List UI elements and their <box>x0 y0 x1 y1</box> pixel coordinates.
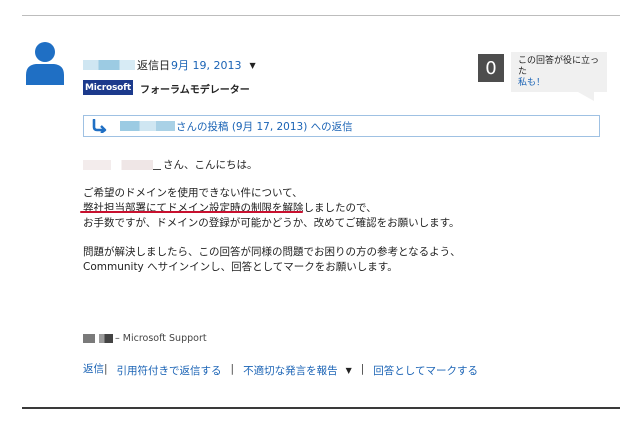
helpful-box-tail <box>578 92 594 101</box>
helpful-box: この回答が役に立った 私も！ <box>511 52 607 92</box>
highlight-underline <box>80 211 303 213</box>
reply-date[interactable]: 9月 19, 2013 <box>171 57 241 73</box>
reply-link[interactable]: 返信 <box>83 363 104 378</box>
helpful-text: この回答が役に立った <box>518 56 600 77</box>
paragraph-1-line-3: お手数ですが、ドメインの登録が可能かどうか、改めてご確認をお願いします。 <box>83 217 460 229</box>
signature: – Microsoft Support <box>83 333 207 344</box>
in-reply-to-banner[interactable]: さんの投稿 (9月 17, 2013) への返信 <box>83 115 600 137</box>
action-separator: | <box>104 363 108 375</box>
name-underline <box>153 159 161 170</box>
paragraph-1-line-1: ご希望のドメインを使用できない件について、 <box>83 187 303 199</box>
reply-arrow-icon <box>92 119 107 133</box>
microsoft-badge: Microsoft <box>83 80 133 95</box>
vote-count: 0 <box>478 54 504 82</box>
action-separator: | <box>360 363 365 375</box>
redacted-original-poster <box>120 121 175 131</box>
redacted-signature-2 <box>99 334 113 343</box>
redacted-author-name <box>83 60 135 70</box>
post-actions: 返信 | 引用符付きで返信する | 不適切な発言を報告 ▼ | 回答としてマーク… <box>83 363 478 378</box>
greeting-line: さん、こんにちは。 <box>83 157 258 172</box>
author-role: フォーラムモデレーター <box>140 85 250 96</box>
action-separator: | <box>230 363 235 375</box>
quote-reply-link[interactable]: 引用符付きで返信する <box>117 363 222 378</box>
report-link[interactable]: 不適切な発言を報告 <box>243 363 338 378</box>
reply-date-label: 返信日 <box>137 59 170 72</box>
redacted-recipient <box>83 159 153 170</box>
paragraph-2-line-2: Community へサインインし、回答としてマークをお願いします。 <box>83 261 398 273</box>
author-line: 返信日 9月 19, 2013 ▼ <box>83 58 256 72</box>
bottom-divider <box>22 407 620 409</box>
caret-down-icon[interactable]: ▼ <box>249 61 255 70</box>
mark-answer-link[interactable]: 回答としてマークする <box>373 363 478 378</box>
caret-down-icon[interactable]: ▼ <box>346 366 352 375</box>
in-reply-to-text: さんの投稿 (9月 17, 2013) への返信 <box>176 120 353 133</box>
greeting-text: さん、こんにちは。 <box>163 159 258 171</box>
person-icon <box>26 42 64 85</box>
me-too-link[interactable]: 私も！ <box>518 78 607 89</box>
paragraph-2-line-1: 問題が解決しましたら、この回答が同様の問題でお困りの方の参考となるよう、 <box>83 246 461 258</box>
signature-text: – Microsoft Support <box>115 333 207 344</box>
top-divider <box>22 15 620 16</box>
redacted-signature-1 <box>83 334 95 343</box>
